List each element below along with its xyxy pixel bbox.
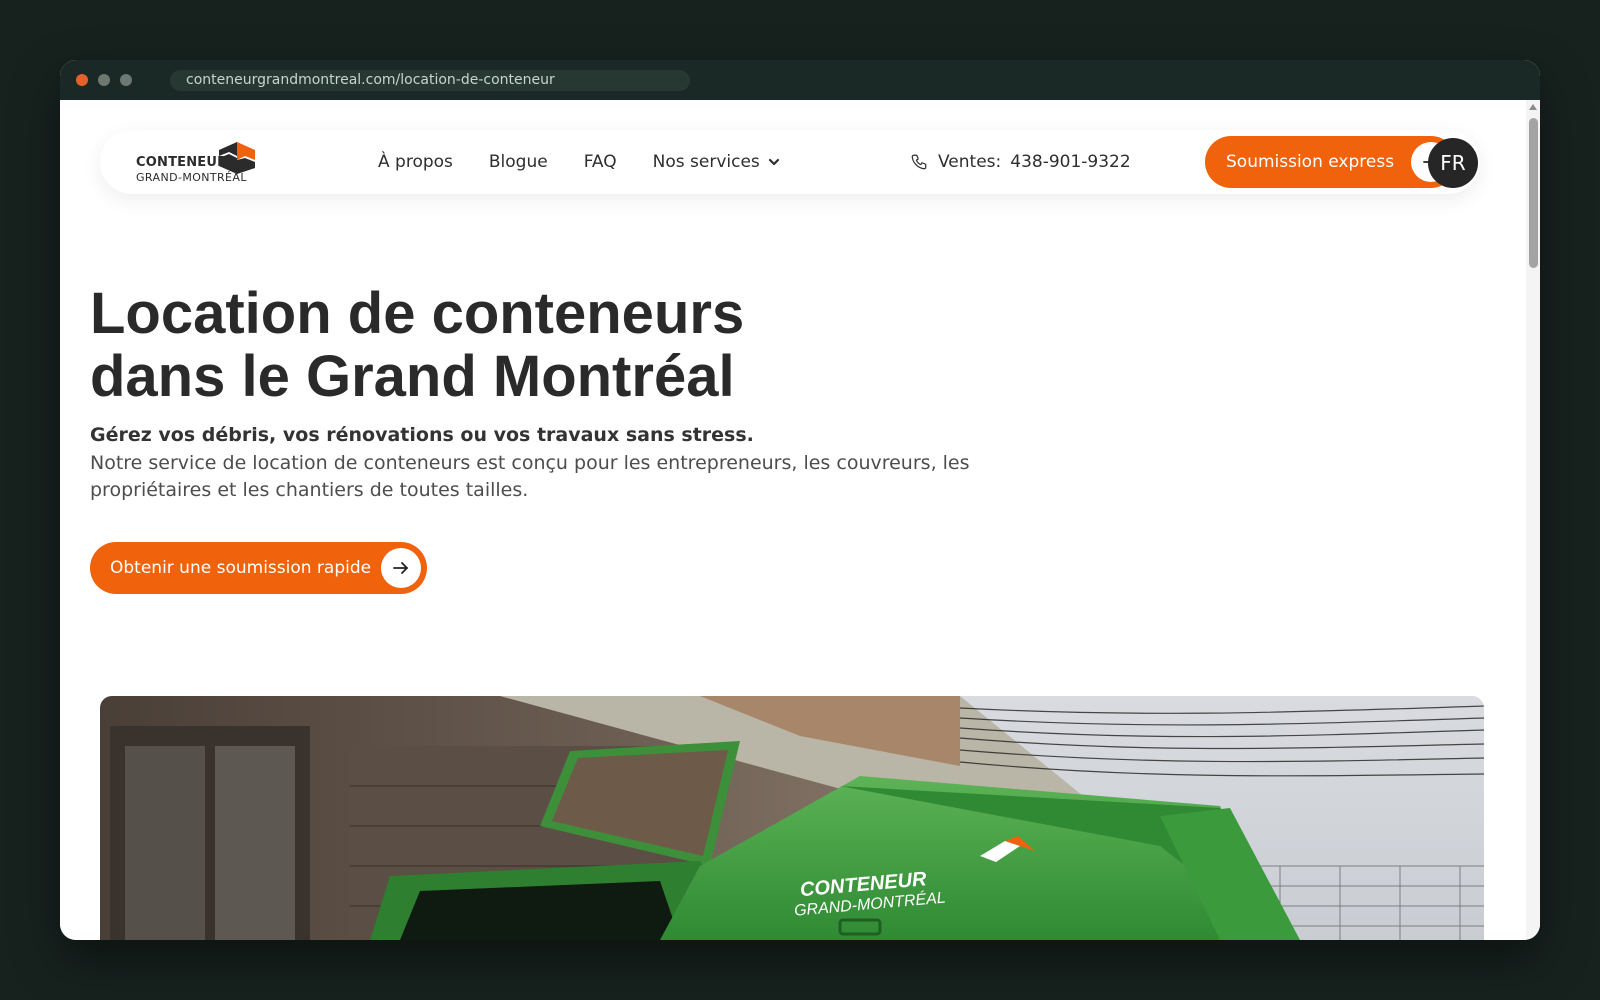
scroll-up-arrow-icon[interactable] [1529, 104, 1537, 110]
scrollbar-thumb[interactable] [1529, 118, 1538, 268]
dumpster-photo-illustration: CONTENEUR GRAND-MONTRÉAL [100, 696, 1484, 940]
nav-link-a-propos[interactable]: À propos [378, 152, 453, 172]
phone-icon [911, 154, 927, 170]
maximize-window-button[interactable] [120, 74, 132, 86]
nav-link-faq[interactable]: FAQ [584, 152, 617, 172]
hero-title: Location de conteneurs dans le Grand Mon… [90, 282, 890, 408]
logo-wordmark: CONTENEUR [136, 155, 228, 170]
browser-window: conteneurgrandmontreal.com/location-de-c… [60, 60, 1540, 940]
address-bar[interactable]: conteneurgrandmontreal.com/location-de-c… [170, 70, 690, 91]
hero-description: Notre service de location de conteneurs … [90, 452, 970, 501]
hero-subtitle: Gérez vos débris, vos rénovations ou vos… [90, 424, 754, 446]
nav-link-blogue[interactable]: Blogue [489, 152, 548, 172]
express-quote-button[interactable]: Soumission express [1205, 136, 1457, 188]
site-logo[interactable]: CONTENEUR GRAND-MONTRÉAL [136, 142, 261, 186]
browser-titlebar: conteneurgrandmontreal.com/location-de-c… [60, 60, 1540, 100]
hero-photo-dumpster: CONTENEUR GRAND-MONTRÉAL [100, 696, 1484, 940]
page-scrollbar[interactable] [1526, 100, 1540, 940]
arrow-right-icon [381, 548, 421, 588]
phone-label: Ventes: [938, 152, 1002, 172]
sales-phone-link[interactable]: Ventes: 438-901-9322 [910, 130, 1131, 194]
page-viewport: CONTENEUR GRAND-MONTRÉAL À propos Blogue… [60, 100, 1540, 940]
nav-services-label: Nos services [652, 152, 760, 172]
hero-title-line-2: dans le Grand Montréal [90, 344, 735, 409]
logo-cube-icon [219, 142, 255, 174]
minimize-window-button[interactable] [98, 74, 110, 86]
hero-title-line-1: Location de conteneurs [90, 281, 745, 346]
close-window-button[interactable] [76, 74, 88, 86]
site-navbar: CONTENEUR GRAND-MONTRÉAL À propos Blogue… [100, 130, 1480, 194]
nav-services-dropdown[interactable]: Nos services [653, 152, 780, 172]
quick-quote-button[interactable]: Obtenir une soumission rapide [90, 542, 427, 594]
primary-nav: À propos Blogue FAQ Nos services [378, 130, 816, 194]
chevron-down-icon [768, 158, 779, 166]
quick-quote-label: Obtenir une soumission rapide [110, 558, 372, 578]
language-switcher[interactable]: FR [1428, 138, 1478, 188]
express-quote-label: Soumission express [1226, 152, 1395, 172]
phone-number: 438-901-9322 [1010, 152, 1131, 172]
